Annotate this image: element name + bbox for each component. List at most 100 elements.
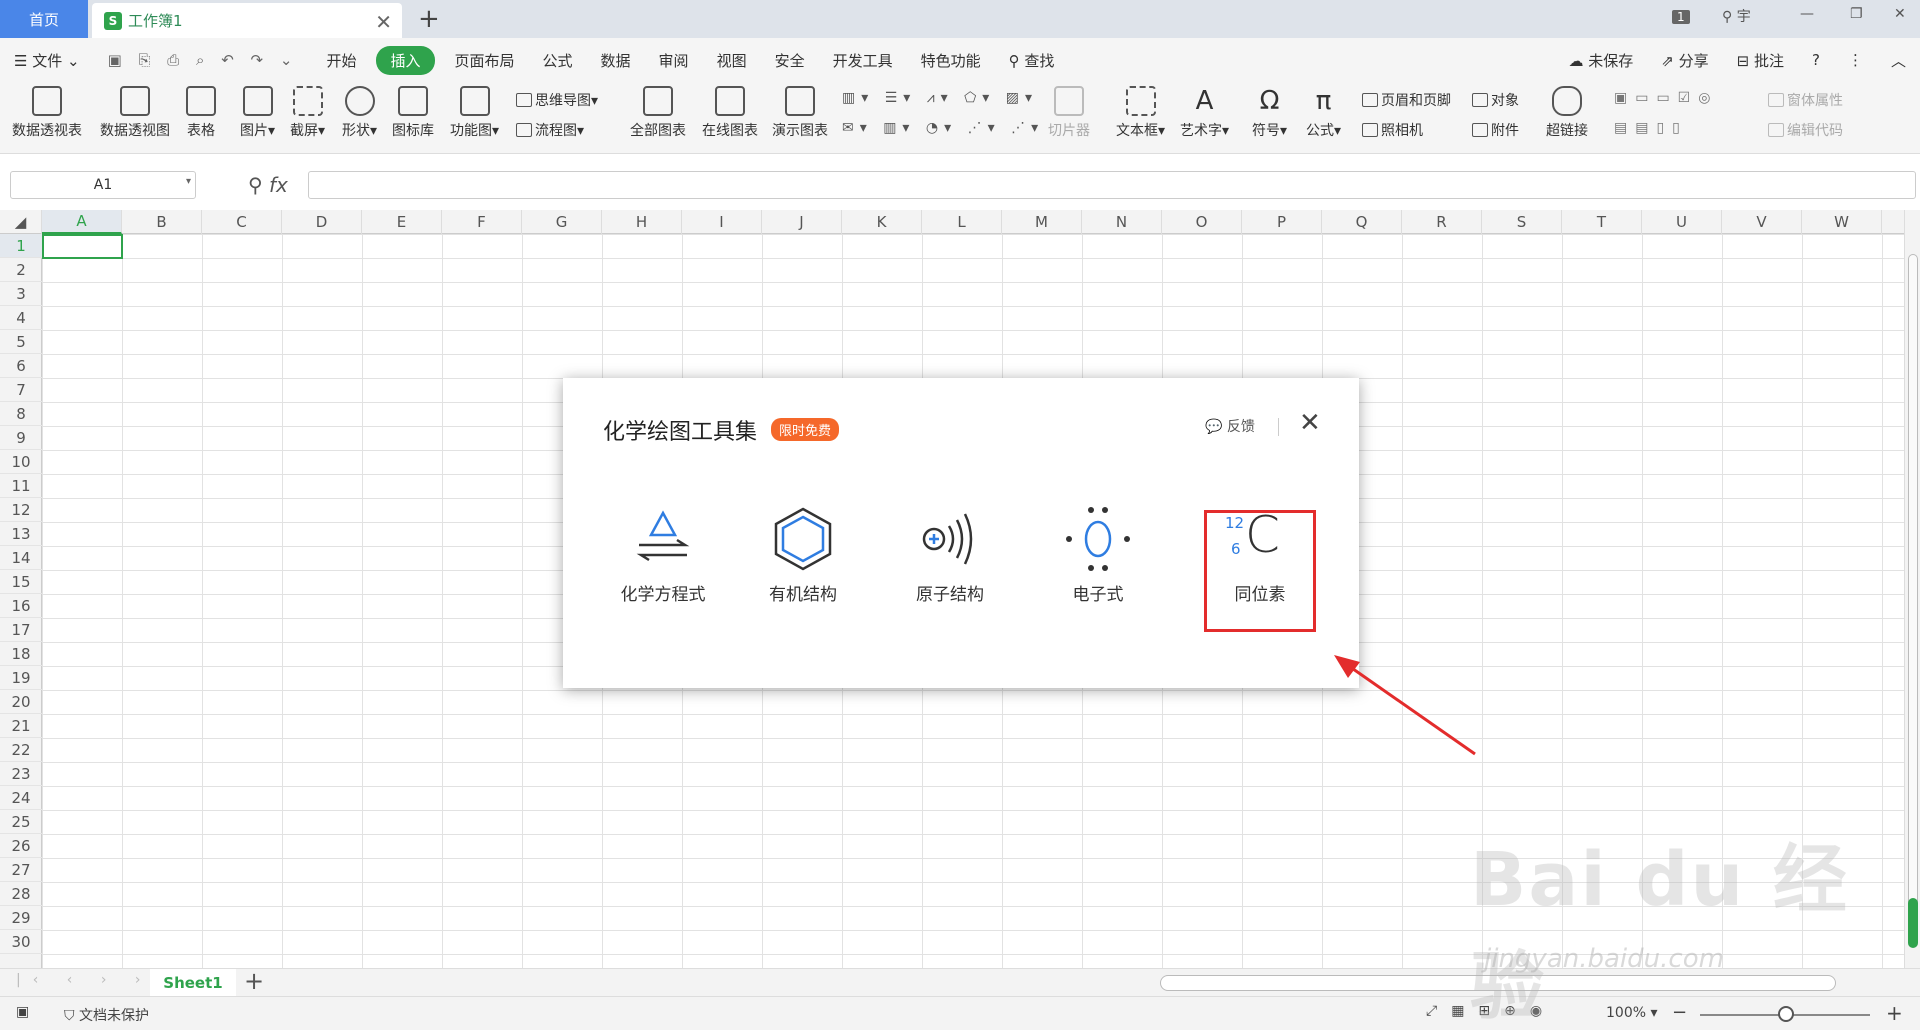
window-count-badge[interactable]: 1 [1672,10,1690,24]
column-header[interactable]: A [42,210,122,234]
column-header[interactable]: I [682,210,762,234]
symbol-button[interactable]: Ω 符号▾ [1252,82,1287,140]
add-tab-button[interactable]: + [418,4,440,34]
menu-security[interactable]: 安全 [761,50,819,71]
help-icon[interactable]: ? [1798,51,1834,69]
row-header[interactable]: 7 [0,378,42,402]
comment-button[interactable]: ⊟ 批注 [1723,50,1798,71]
quick-access-toolbar[interactable]: ▣ ⎘ ⎙ ⌕ ↶ ↷ ⌄ [94,51,313,69]
all-charts-button[interactable]: 全部图表 [630,82,686,140]
row-header[interactable]: 13 [0,522,42,546]
formula-tools[interactable]: ⚲ fx [248,173,288,197]
row-header[interactable]: 3 [0,282,42,306]
column-header[interactable]: T [1562,210,1642,234]
demo-charts-button[interactable]: 演示图表 [772,82,828,140]
online-charts-button[interactable]: 在线图表 [702,82,758,140]
menu-developer[interactable]: 开发工具 [819,50,907,71]
column-header[interactable]: G [522,210,602,234]
flowchart-button[interactable]: 流程图▾ [516,120,584,140]
more-icon[interactable]: ⋮ [1834,51,1877,69]
slicer-button[interactable]: 切片器 [1048,82,1090,140]
zoom-formula-icon[interactable]: ⚲ [248,173,263,197]
shape-button[interactable]: 形状▾ [342,82,377,140]
formula-insert-button[interactable]: π 公式▾ [1306,82,1341,140]
row-header[interactable]: 21 [0,714,42,738]
form-controls-bottom[interactable]: ▤▤▯▯ [1614,120,1688,136]
row-header[interactable]: 1 [0,234,42,258]
add-sheet-button[interactable]: + [244,967,264,995]
row-header[interactable]: 23 [0,762,42,786]
hyperlink-button[interactable]: 超链接 [1546,82,1588,140]
icon-library-button[interactable]: 图标库 [392,82,434,140]
wordart-button[interactable]: A 艺术字▾ [1180,82,1229,140]
chevron-down-icon[interactable]: ▾ [186,176,191,187]
camera-button[interactable]: 照相机 [1362,120,1423,140]
home-tab[interactable]: 首页 [0,0,88,38]
row-header[interactable]: 30 [0,930,42,954]
row-header[interactable]: 28 [0,882,42,906]
menu-formula[interactable]: 公式 [529,50,587,71]
formula-input[interactable] [308,171,1916,199]
file-menu[interactable]: ☰ 文件 ⌄ [0,50,94,71]
row-header[interactable]: 12 [0,498,42,522]
sheet-tab[interactable]: Sheet1 [150,969,236,997]
menu-page-layout[interactable]: 页面布局 [441,50,529,71]
menu-view[interactable]: 视图 [703,50,761,71]
header-footer-button[interactable]: 页眉和页脚 [1362,90,1451,110]
selected-cell[interactable] [42,234,123,259]
select-all-corner[interactable]: ◢ [0,210,42,234]
window-props-button[interactable]: 窗体属性 [1768,90,1843,110]
column-header[interactable]: C [202,210,282,234]
column-header[interactable]: L [922,210,1002,234]
textbox-button[interactable]: 文本框▾ [1116,82,1165,140]
row-header[interactable]: 9 [0,426,42,450]
chart-type-buttons-bottom[interactable]: ✉▾ ▥▾ ◔▾ ⋰▾ ⋰▾ [842,120,1044,136]
row-header[interactable]: 15 [0,570,42,594]
table-button[interactable]: 表格 [186,82,216,140]
workbook-tab[interactable]: S 工作簿1 ✕ [92,3,402,38]
column-header[interactable]: R [1402,210,1482,234]
tool-organic-structure[interactable]: 有机结构 [738,498,868,605]
search-button[interactable]: ⚲ 查找 [995,50,1069,71]
column-header[interactable]: J [762,210,842,234]
row-header[interactable]: 5 [0,330,42,354]
column-header[interactable]: N [1082,210,1162,234]
row-header[interactable]: 29 [0,906,42,930]
column-header[interactable]: S [1482,210,1562,234]
menu-review[interactable]: 审阅 [645,50,703,71]
column-header[interactable]: H [602,210,682,234]
column-header[interactable]: D [282,210,362,234]
column-header[interactable]: P [1242,210,1322,234]
picture-button[interactable]: 图片▾ [240,82,275,140]
restore-icon[interactable]: ❐ [1850,6,1863,22]
row-header[interactable]: 27 [0,858,42,882]
row-header[interactable]: 17 [0,618,42,642]
row-header[interactable]: 14 [0,546,42,570]
column-header[interactable]: O [1162,210,1242,234]
function-chart-button[interactable]: 功能图▾ [450,82,499,140]
row-header[interactable]: 18 [0,642,42,666]
row-header[interactable]: 2 [0,258,42,282]
pivot-chart-button[interactable]: 数据透视图 [100,82,170,140]
edit-code-button[interactable]: 编辑代码 [1768,120,1843,140]
chart-type-buttons-top[interactable]: ▥▾ ☰▾ ⩘▾ ⬠▾ ▨▾ [842,90,1038,106]
collapse-ribbon-icon[interactable]: ︿ [1877,50,1920,71]
row-header[interactable]: 4 [0,306,42,330]
object-button[interactable]: 对象 [1472,90,1519,110]
column-header[interactable]: M [1002,210,1082,234]
row-header[interactable]: 8 [0,402,42,426]
row-header[interactable]: 10 [0,450,42,474]
row-header[interactable]: 25 [0,810,42,834]
tool-electron-formula[interactable]: 电子式 [1033,498,1163,605]
menu-special[interactable]: 特色功能 [907,50,995,71]
row-header[interactable]: 22 [0,738,42,762]
share-button[interactable]: ⇗ 分享 [1647,50,1722,71]
user-avatar[interactable]: ⚲ 宇 [1722,6,1751,26]
sheet-nav-arrows[interactable]: |‹ ‹ › ›| [16,972,169,988]
minimize-icon[interactable]: — [1800,6,1814,22]
feedback-button[interactable]: 💬 反馈 [1205,416,1255,436]
column-header[interactable]: U [1642,210,1722,234]
column-header[interactable]: E [362,210,442,234]
row-header[interactable]: 24 [0,786,42,810]
form-controls-top[interactable]: ▣▭▭☑◎ [1614,90,1718,106]
